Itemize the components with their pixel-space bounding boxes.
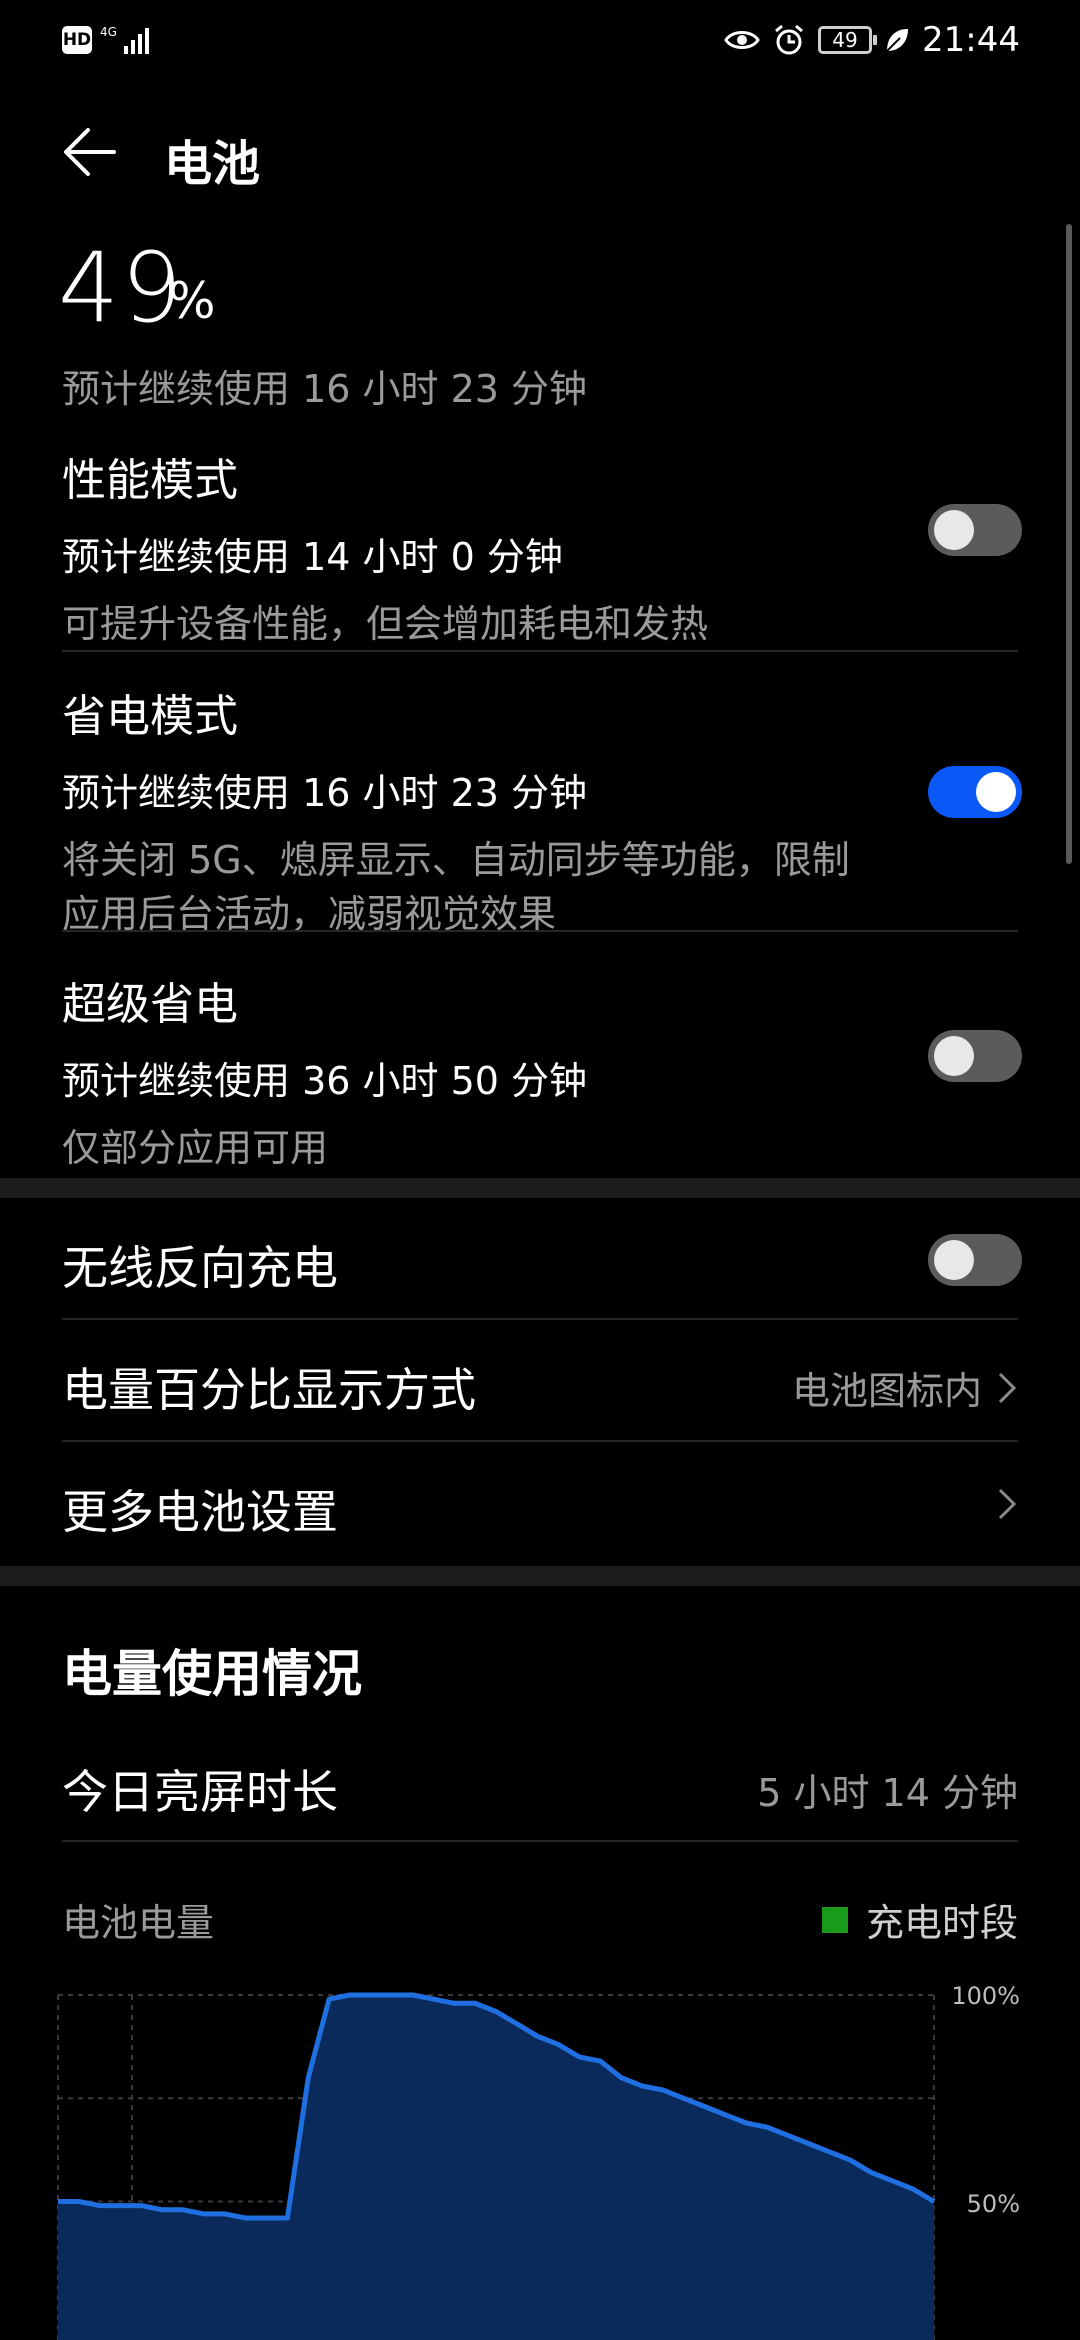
percentage-display-value[interactable]: 电池图标内 xyxy=(792,1360,1018,1415)
power-saving-mode-toggle[interactable] xyxy=(928,766,1022,818)
mode-title: 性能模式 xyxy=(62,455,238,506)
mode-description: 将关闭 5G、熄屏显示、自动同步等功能，限制应用后台活动，减弱视觉效果 xyxy=(62,838,850,936)
divider xyxy=(62,1318,1018,1320)
toggle-knob xyxy=(934,1036,974,1076)
legend-label-charging: 充电时段 xyxy=(865,1901,1018,1945)
wireless-reverse-charging-toggle[interactable] xyxy=(928,1234,1022,1286)
mode-estimate: 预计继续使用 36 小时 50 分钟 xyxy=(62,1059,588,1103)
cell-signal-icon: 4G xyxy=(100,24,156,62)
battery-level-label: 电池电量 xyxy=(62,1901,215,1945)
back-arrow-icon[interactable] xyxy=(58,122,118,182)
mode-description: 可提升设备性能，但会增加耗电和发热 xyxy=(62,602,709,646)
percentage-display-label[interactable]: 电量百分比显示方式 xyxy=(62,1354,476,1420)
status-bar: HD 4G 49 21:44 xyxy=(0,0,1080,80)
toggle-knob xyxy=(976,772,1016,812)
eye-icon xyxy=(724,31,760,49)
percentage-display-current: 电池图标内 xyxy=(791,1369,982,1413)
legend-swatch-charging xyxy=(821,1906,848,1933)
ultra-power-saving-item[interactable]: 超级省电 预计继续使用 36 小时 50 分钟 仅部分应用可用 xyxy=(62,968,1018,1175)
toggle-knob xyxy=(934,510,974,550)
more-battery-settings-chevron[interactable] xyxy=(996,1486,1018,1522)
toggle-knob xyxy=(934,1240,974,1280)
power-saving-mode-item[interactable]: 省电模式 预计继续使用 16 小时 23 分钟 将关闭 5G、熄屏显示、自动同步… xyxy=(62,680,1018,941)
battery-percent-unit: % xyxy=(168,272,216,330)
divider xyxy=(62,930,1018,932)
chart-legend: 充电时段 xyxy=(821,1892,1018,1947)
battery-estimate: 预计继续使用 16 小时 23 分钟 xyxy=(62,367,588,411)
ultra-power-saving-toggle[interactable] xyxy=(928,1030,1022,1082)
divider xyxy=(62,1440,1018,1442)
status-right: 49 21:44 xyxy=(724,18,1020,62)
chevron-right-icon xyxy=(998,1372,1017,1403)
usage-section-title: 电量使用情况 xyxy=(62,1645,362,1703)
performance-mode-toggle[interactable] xyxy=(928,504,1022,556)
leaf-icon xyxy=(886,29,909,52)
section-separator xyxy=(0,1566,1080,1586)
battery-chart[interactable]: 100% 50% xyxy=(0,1980,1080,2340)
screen-on-duration: 5 小时 14 分钟 xyxy=(757,1771,1018,1815)
scrollbar[interactable] xyxy=(1066,224,1072,864)
alarm-icon xyxy=(775,24,803,55)
battery-status-icon: 49 xyxy=(818,26,878,54)
chevron-right-icon xyxy=(998,1488,1017,1520)
performance-mode-item[interactable]: 性能模式 预计继续使用 14 小时 0 分钟 可提升设备性能，但会增加耗电和发热 xyxy=(62,444,1018,651)
section-separator xyxy=(0,1178,1080,1198)
mode-description: 仅部分应用可用 xyxy=(62,1126,329,1170)
divider xyxy=(62,1840,1018,1842)
mode-estimate: 预计继续使用 16 小时 23 分钟 xyxy=(62,771,588,815)
battery-area-fill xyxy=(58,1995,934,2340)
battery-percent: 49 xyxy=(58,232,185,344)
more-battery-settings-label[interactable]: 更多电池设置 xyxy=(62,1476,338,1542)
divider xyxy=(62,650,1018,652)
mode-title: 省电模式 xyxy=(62,691,238,742)
mode-title: 超级省电 xyxy=(62,979,238,1030)
mode-estimate: 预计继续使用 14 小时 0 分钟 xyxy=(62,535,563,579)
screen-on-label: 今日亮屏时长 xyxy=(62,1765,338,1819)
wireless-reverse-charging-label: 无线反向充电 xyxy=(62,1241,338,1295)
page-title: 电池 xyxy=(164,136,261,192)
y-tick-label-50: 50% xyxy=(967,2190,1020,2218)
clock: 21:44 xyxy=(922,20,1020,60)
screen-on-value: 5 小时 14 分钟 xyxy=(757,1762,1018,1817)
hd-badge: HD xyxy=(62,26,92,54)
y-tick-label-100: 100% xyxy=(951,1982,1020,2010)
network-type-label: 4G xyxy=(100,25,117,39)
